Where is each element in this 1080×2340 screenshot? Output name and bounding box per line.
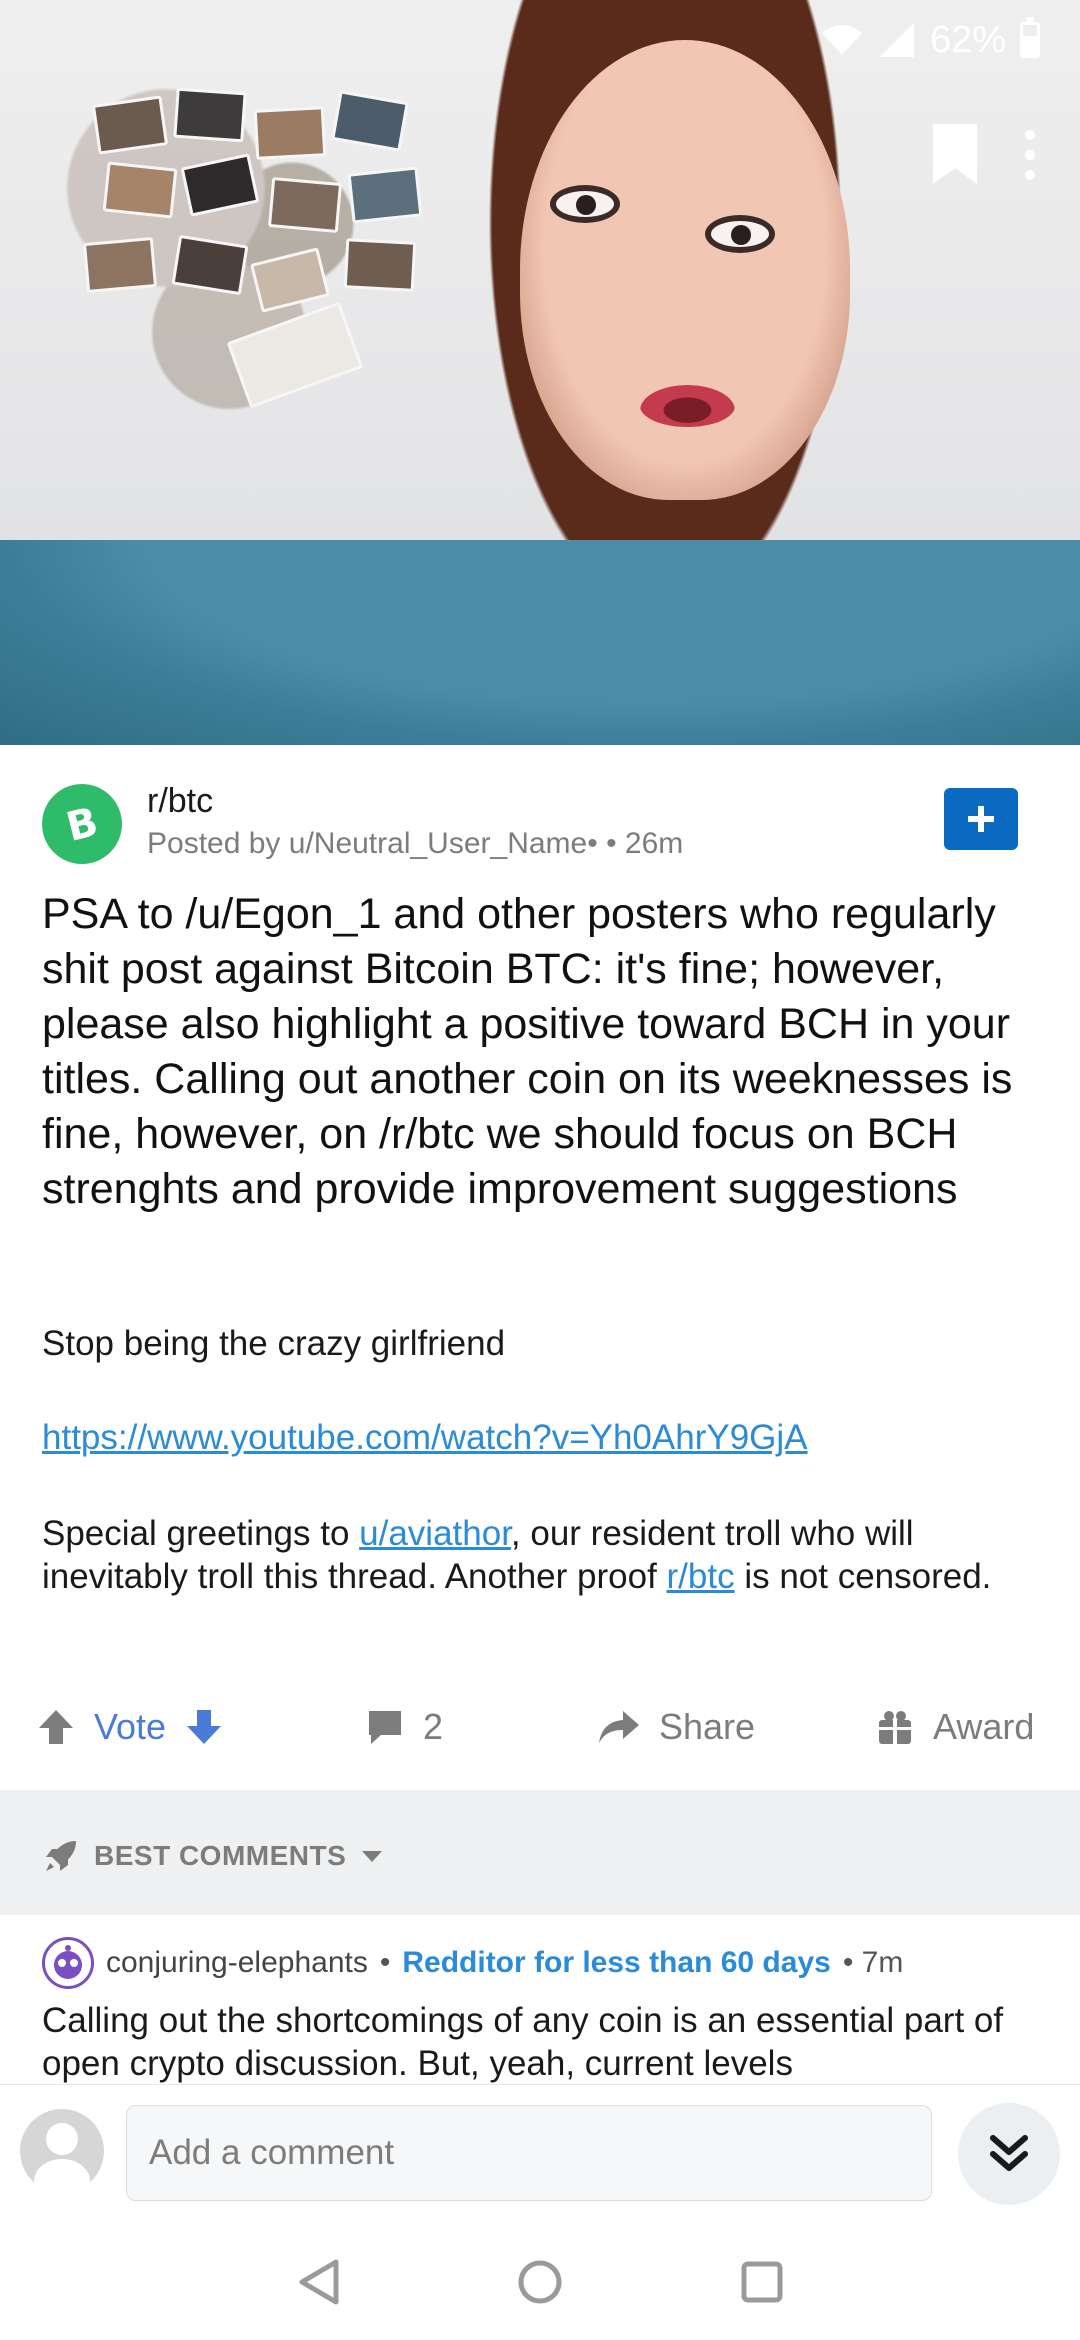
comment-text: Calling out the shortcomings of any coin…	[42, 2001, 1004, 2083]
comment-composer: Add a comment	[0, 2084, 1080, 2224]
award-button[interactable]: Award	[875, 1692, 1034, 1762]
upvote-icon[interactable]	[36, 1707, 76, 1747]
svg-text:B: B	[62, 799, 103, 851]
plus-icon	[968, 806, 994, 832]
bitcoin-cash-icon: B	[62, 799, 103, 851]
signal-icon	[879, 23, 914, 57]
share-label: Share	[659, 1706, 756, 1747]
commenter-username[interactable]: conjuring-elephants	[106, 1946, 368, 1980]
user-link[interactable]: u/aviathor	[359, 1514, 511, 1553]
bookmark-icon[interactable]	[925, 120, 985, 190]
user-avatar[interactable]	[20, 2109, 104, 2193]
sort-label: BEST COMMENTS	[94, 1840, 347, 1871]
left-eye	[550, 185, 620, 223]
comments-button[interactable]: 2	[365, 1692, 443, 1762]
greeting-text: is not censored.	[734, 1557, 992, 1596]
shirt	[0, 540, 1080, 745]
user-flair: Redditor for less than 60 days	[402, 1946, 831, 1979]
post-age: • 26m	[606, 827, 684, 860]
downvote-icon[interactable]	[184, 1707, 224, 1747]
gift-icon	[879, 1711, 911, 1744]
share-icon	[599, 1711, 639, 1743]
post-header-image[interactable]: 62%	[0, 0, 1080, 745]
next-comment-button[interactable]	[958, 2103, 1060, 2205]
comment-icon	[369, 1711, 401, 1744]
mouth	[640, 385, 735, 427]
comment-count: 2	[423, 1706, 444, 1747]
subreddit-avatar[interactable]: B	[42, 784, 122, 864]
comment-header: conjuring-elephants • Redditor for less …	[42, 1937, 903, 1989]
vote-control: Vote	[36, 1692, 224, 1762]
caret-down-icon	[362, 1851, 383, 1862]
battery-percent: 62%	[929, 18, 1006, 61]
rocket-icon	[46, 1841, 76, 1871]
youtube-link[interactable]: https://www.youtube.com/watch?v=Yh0AhrY9…	[42, 1418, 808, 1457]
post-greeting: Special greetings to u/aviathor, our res…	[42, 1512, 1042, 1598]
double-chevron-down-icon	[990, 2135, 1028, 2171]
join-button[interactable]	[944, 788, 1018, 850]
wifi-icon	[821, 25, 862, 55]
commenter-avatar[interactable]	[42, 1937, 94, 1989]
right-eye	[705, 215, 775, 253]
share-button[interactable]: Share	[597, 1692, 755, 1762]
more-options-icon[interactable]	[1000, 120, 1060, 190]
posted-by[interactable]: Posted by u/Neutral_User_Name•	[147, 827, 598, 860]
post-title: PSA to /u/Egon_1 and other posters who r…	[42, 890, 1013, 1213]
separator: •	[379, 1946, 391, 1979]
status-bar: 62%	[820, 10, 1040, 70]
subreddit-name[interactable]: r/btc	[147, 782, 213, 821]
subreddit-link[interactable]: r/btc	[667, 1557, 735, 1596]
recents-square-icon[interactable]	[734, 2254, 790, 2310]
post-action-bar: Vote 2 Share Award	[0, 1692, 1080, 1762]
comment-input[interactable]: Add a comment	[126, 2105, 932, 2201]
post-meta: B r/btc Posted by u/Neutral_User_Name• •…	[0, 770, 1080, 880]
post-byline: Posted by u/Neutral_User_Name• • 26m	[147, 827, 683, 861]
greeting-text: Special greetings to	[42, 1514, 360, 1553]
award-label: Award	[933, 1706, 1035, 1747]
post-link-row: https://www.youtube.com/watch?v=Yh0AhrY9…	[42, 1416, 1042, 1459]
battery-icon	[1020, 17, 1040, 58]
system-navigation-bar	[0, 2224, 1080, 2340]
face	[520, 40, 850, 500]
sort-dropdown[interactable]: BEST COMMENTS	[42, 1837, 384, 1875]
home-circle-icon[interactable]	[512, 2254, 568, 2310]
snoo-icon	[54, 1945, 82, 1979]
photo-collage	[82, 87, 445, 409]
back-triangle-icon[interactable]	[292, 2254, 348, 2310]
post-body-line: Stop being the crazy girlfriend	[42, 1324, 506, 1363]
comment-age: • 7m	[842, 1946, 904, 1979]
vote-label: Vote	[94, 1706, 167, 1747]
